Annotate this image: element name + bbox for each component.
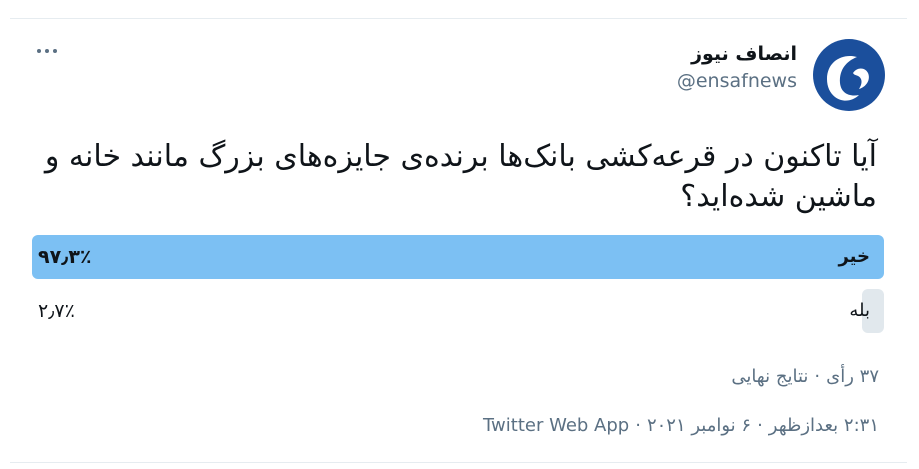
tweet-card: انصاف نیوز @ensafnews آیا تاکنون در قرعه… bbox=[10, 18, 907, 463]
more-options-button[interactable] bbox=[32, 41, 62, 61]
user-info: انصاف نیوز @ensafnews bbox=[677, 41, 797, 95]
user-display-name[interactable]: انصاف نیوز bbox=[677, 41, 797, 67]
poll-option: بله ۲٫۷٪ bbox=[32, 289, 884, 333]
separator: · bbox=[757, 415, 763, 436]
tweet-date[interactable]: ۶ نوامبر ۲۰۲۱ bbox=[647, 415, 751, 436]
poll-vote-count: ۳۷ رأی bbox=[826, 366, 879, 387]
avatar[interactable] bbox=[813, 39, 885, 111]
poll-option-label: بله bbox=[849, 300, 870, 321]
more-dots-icon bbox=[53, 49, 57, 53]
more-dots-icon bbox=[45, 49, 49, 53]
poll-option: خیر ۹۷٫۳٪ bbox=[32, 235, 884, 279]
more-dots-icon bbox=[37, 49, 41, 53]
poll-option-percent: ۲٫۷٪ bbox=[38, 300, 75, 322]
poll-status: نتایج نهایی bbox=[731, 366, 809, 387]
ensaf-logo-icon bbox=[813, 39, 885, 111]
separator: · bbox=[814, 366, 821, 387]
tweet-source[interactable]: Twitter Web App bbox=[483, 415, 629, 436]
poll-summary: ۳۷ رأی·نتایج نهایی bbox=[731, 365, 879, 389]
tweet-time[interactable]: ۲:۳۱ بعدازظهر bbox=[769, 415, 879, 436]
poll-option-label: خیر bbox=[838, 246, 870, 267]
poll-option-percent: ۹۷٫۳٪ bbox=[38, 246, 92, 268]
poll-result-bar bbox=[32, 235, 884, 279]
user-handle[interactable]: @ensafnews bbox=[677, 67, 797, 95]
tweet-timestamp: ۲:۳۱ بعدازظهر · ۶ نوامبر ۲۰۲۱ · Twitter Web … bbox=[483, 414, 879, 438]
tweet-text: آیا تاکنون در قرعه‌کشی بانک‌ها برنده‌ی ج… bbox=[44, 139, 877, 214]
separator: · bbox=[635, 415, 641, 436]
